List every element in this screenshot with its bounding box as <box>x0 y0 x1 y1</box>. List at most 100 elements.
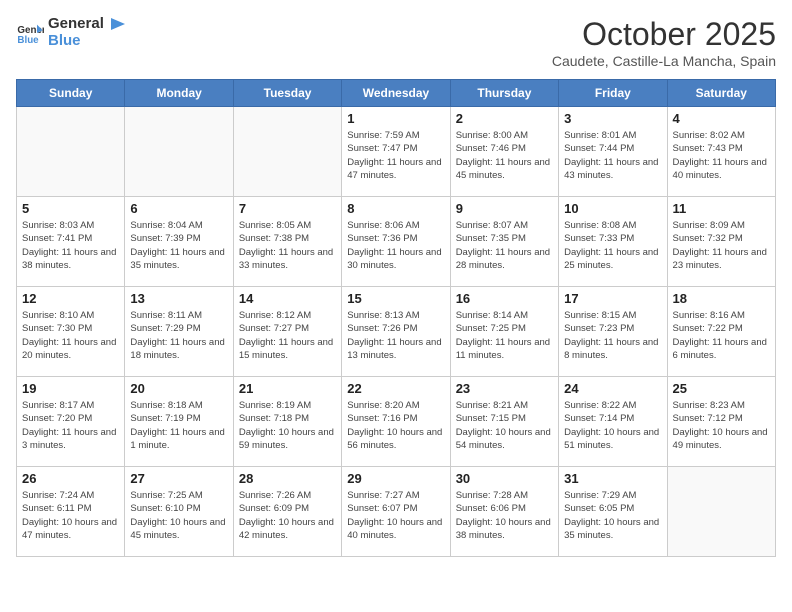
calendar-day-cell: 22 Sunrise: 8:20 AMSunset: 7:16 PMDayligh… <box>342 377 450 467</box>
day-number: 2 <box>456 111 553 126</box>
calendar-day-cell: 17 Sunrise: 8:15 AMSunset: 7:23 PMDayligh… <box>559 287 667 377</box>
calendar-day-cell: 28Sunrise: 7:26 AMSunset: 6:09 PMDayligh… <box>233 467 341 557</box>
day-of-week-header: Sunday <box>17 80 125 107</box>
day-number: 3 <box>564 111 661 126</box>
day-info: Sunrise: 7:26 AMSunset: 6:09 PMDaylight:… <box>239 489 336 542</box>
day-info: Sunrise: 8:07 AMSunset: 7:35 PMDaylight:… <box>456 219 553 272</box>
day-info: Sunrise: 8:12 AMSunset: 7:27 PMDaylight:… <box>239 309 336 362</box>
day-number: 15 <box>347 291 444 306</box>
calendar-day-cell <box>17 107 125 197</box>
calendar-day-cell: 18 Sunrise: 8:16 AMSunset: 7:22 PMDayligh… <box>667 287 775 377</box>
calendar-day-cell: 26Sunrise: 7:24 AMSunset: 6:11 PMDayligh… <box>17 467 125 557</box>
day-of-week-header: Friday <box>559 80 667 107</box>
day-info: Sunrise: 8:19 AMSunset: 7:18 PMDaylight:… <box>239 399 336 452</box>
day-info: Sunrise: 7:27 AMSunset: 6:07 PMDaylight:… <box>347 489 444 542</box>
day-info: Sunrise: 8:16 AMSunset: 7:22 PMDaylight:… <box>673 309 770 362</box>
day-info: Sunrise: 8:20 AMSunset: 7:16 PMDaylight:… <box>347 399 444 452</box>
day-number: 22 <box>347 381 444 396</box>
day-number: 25 <box>673 381 770 396</box>
day-of-week-header: Monday <box>125 80 233 107</box>
calendar-week-row: 12 Sunrise: 8:10 AMSunset: 7:30 PMDayligh… <box>17 287 776 377</box>
day-info: Sunrise: 8:13 AMSunset: 7:26 PMDaylight:… <box>347 309 444 362</box>
day-number: 21 <box>239 381 336 396</box>
calendar-day-cell <box>667 467 775 557</box>
calendar-day-cell: 6 Sunrise: 8:04 AMSunset: 7:39 PMDaylight… <box>125 197 233 287</box>
day-number: 18 <box>673 291 770 306</box>
calendar-table: SundayMondayTuesdayWednesdayThursdayFrid… <box>16 79 776 557</box>
calendar-day-cell: 20Sunrise: 8:18 AMSunset: 7:19 PMDayligh… <box>125 377 233 467</box>
day-number: 10 <box>564 201 661 216</box>
calendar-day-cell: 12 Sunrise: 8:10 AMSunset: 7:30 PMDayligh… <box>17 287 125 377</box>
calendar-day-cell <box>125 107 233 197</box>
logo: General Blue General Blue <box>16 16 128 49</box>
day-number: 11 <box>673 201 770 216</box>
day-of-week-header: Tuesday <box>233 80 341 107</box>
day-info: Sunrise: 8:08 AMSunset: 7:33 PMDaylight:… <box>564 219 661 272</box>
day-number: 24 <box>564 381 661 396</box>
calendar-day-cell: 8 Sunrise: 8:06 AMSunset: 7:36 PMDaylight… <box>342 197 450 287</box>
day-number: 9 <box>456 201 553 216</box>
calendar-day-cell: 2 Sunrise: 8:00 AMSunset: 7:46 PMDaylight… <box>450 107 558 197</box>
day-number: 12 <box>22 291 119 306</box>
calendar-day-cell: 19Sunrise: 8:17 AMSunset: 7:20 PMDayligh… <box>17 377 125 467</box>
day-info: Sunrise: 8:10 AMSunset: 7:30 PMDaylight:… <box>22 309 119 362</box>
logo-icon: General Blue <box>16 19 44 47</box>
calendar-day-cell: 3 Sunrise: 8:01 AMSunset: 7:44 PMDaylight… <box>559 107 667 197</box>
logo-arrow-icon <box>109 16 127 32</box>
day-number: 1 <box>347 111 444 126</box>
day-of-week-header: Saturday <box>667 80 775 107</box>
calendar-day-cell: 29 Sunrise: 7:27 AMSunset: 6:07 PMDayligh… <box>342 467 450 557</box>
calendar-week-row: 5 Sunrise: 8:03 AMSunset: 7:41 PMDaylight… <box>17 197 776 287</box>
day-number: 4 <box>673 111 770 126</box>
day-info: Sunrise: 8:15 AMSunset: 7:23 PMDaylight:… <box>564 309 661 362</box>
day-number: 29 <box>347 471 444 486</box>
calendar-day-cell <box>233 107 341 197</box>
calendar-day-cell: 23Sunrise: 8:21 AMSunset: 7:15 PMDayligh… <box>450 377 558 467</box>
day-number: 13 <box>130 291 227 306</box>
calendar-day-cell: 25Sunrise: 8:23 AMSunset: 7:12 PMDayligh… <box>667 377 775 467</box>
calendar-day-cell: 14 Sunrise: 8:12 AMSunset: 7:27 PMDayligh… <box>233 287 341 377</box>
day-info: Sunrise: 8:11 AMSunset: 7:29 PMDaylight:… <box>130 309 227 362</box>
day-info: Sunrise: 8:03 AMSunset: 7:41 PMDaylight:… <box>22 219 119 272</box>
title-area: October 2025 Caudete, Castille-La Mancha… <box>552 16 776 69</box>
day-info: Sunrise: 8:18 AMSunset: 7:19 PMDaylight:… <box>130 399 227 452</box>
day-info: Sunrise: 8:17 AMSunset: 7:20 PMDaylight:… <box>22 399 119 452</box>
calendar-week-row: 1 Sunrise: 7:59 AMSunset: 7:47 PMDaylight… <box>17 107 776 197</box>
day-info: Sunrise: 8:21 AMSunset: 7:15 PMDaylight:… <box>456 399 553 452</box>
day-info: Sunrise: 7:29 AMSunset: 6:05 PMDaylight:… <box>564 489 661 542</box>
day-number: 8 <box>347 201 444 216</box>
page-header: General Blue General Blue October 2025 C… <box>16 16 776 69</box>
calendar-day-cell: 9 Sunrise: 8:07 AMSunset: 7:35 PMDaylight… <box>450 197 558 287</box>
calendar-day-cell: 10 Sunrise: 8:08 AMSunset: 7:33 PMDayligh… <box>559 197 667 287</box>
calendar-day-cell: 24 Sunrise: 8:22 AMSunset: 7:14 PMDayligh… <box>559 377 667 467</box>
day-info: Sunrise: 8:01 AMSunset: 7:44 PMDaylight:… <box>564 129 661 182</box>
calendar-day-cell: 5 Sunrise: 8:03 AMSunset: 7:41 PMDaylight… <box>17 197 125 287</box>
logo-general-text: General <box>48 15 104 32</box>
day-info: Sunrise: 8:04 AMSunset: 7:39 PMDaylight:… <box>130 219 227 272</box>
day-info: Sunrise: 8:06 AMSunset: 7:36 PMDaylight:… <box>347 219 444 272</box>
calendar-day-cell: 4 Sunrise: 8:02 AMSunset: 7:43 PMDaylight… <box>667 107 775 197</box>
day-info: Sunrise: 8:05 AMSunset: 7:38 PMDaylight:… <box>239 219 336 272</box>
day-of-week-header: Wednesday <box>342 80 450 107</box>
day-info: Sunrise: 8:22 AMSunset: 7:14 PMDaylight:… <box>564 399 661 452</box>
day-number: 14 <box>239 291 336 306</box>
logo-blue-text: Blue <box>48 33 128 50</box>
day-number: 26 <box>22 471 119 486</box>
day-info: Sunrise: 8:00 AMSunset: 7:46 PMDaylight:… <box>456 129 553 182</box>
day-number: 5 <box>22 201 119 216</box>
calendar-week-row: 19Sunrise: 8:17 AMSunset: 7:20 PMDayligh… <box>17 377 776 467</box>
day-of-week-header: Thursday <box>450 80 558 107</box>
day-info: Sunrise: 7:28 AMSunset: 6:06 PMDaylight:… <box>456 489 553 542</box>
day-info: Sunrise: 7:25 AMSunset: 6:10 PMDaylight:… <box>130 489 227 542</box>
day-info: Sunrise: 8:02 AMSunset: 7:43 PMDaylight:… <box>673 129 770 182</box>
day-info: Sunrise: 8:09 AMSunset: 7:32 PMDaylight:… <box>673 219 770 272</box>
calendar-day-cell: 15 Sunrise: 8:13 AMSunset: 7:26 PMDayligh… <box>342 287 450 377</box>
month-title: October 2025 <box>552 16 776 53</box>
location-title: Caudete, Castille-La Mancha, Spain <box>552 53 776 69</box>
day-number: 6 <box>130 201 227 216</box>
day-number: 16 <box>456 291 553 306</box>
day-info: Sunrise: 7:59 AMSunset: 7:47 PMDaylight:… <box>347 129 444 182</box>
day-number: 17 <box>564 291 661 306</box>
calendar-day-cell: 7Sunrise: 8:05 AMSunset: 7:38 PMDaylight… <box>233 197 341 287</box>
calendar-day-cell: 30Sunrise: 7:28 AMSunset: 6:06 PMDayligh… <box>450 467 558 557</box>
